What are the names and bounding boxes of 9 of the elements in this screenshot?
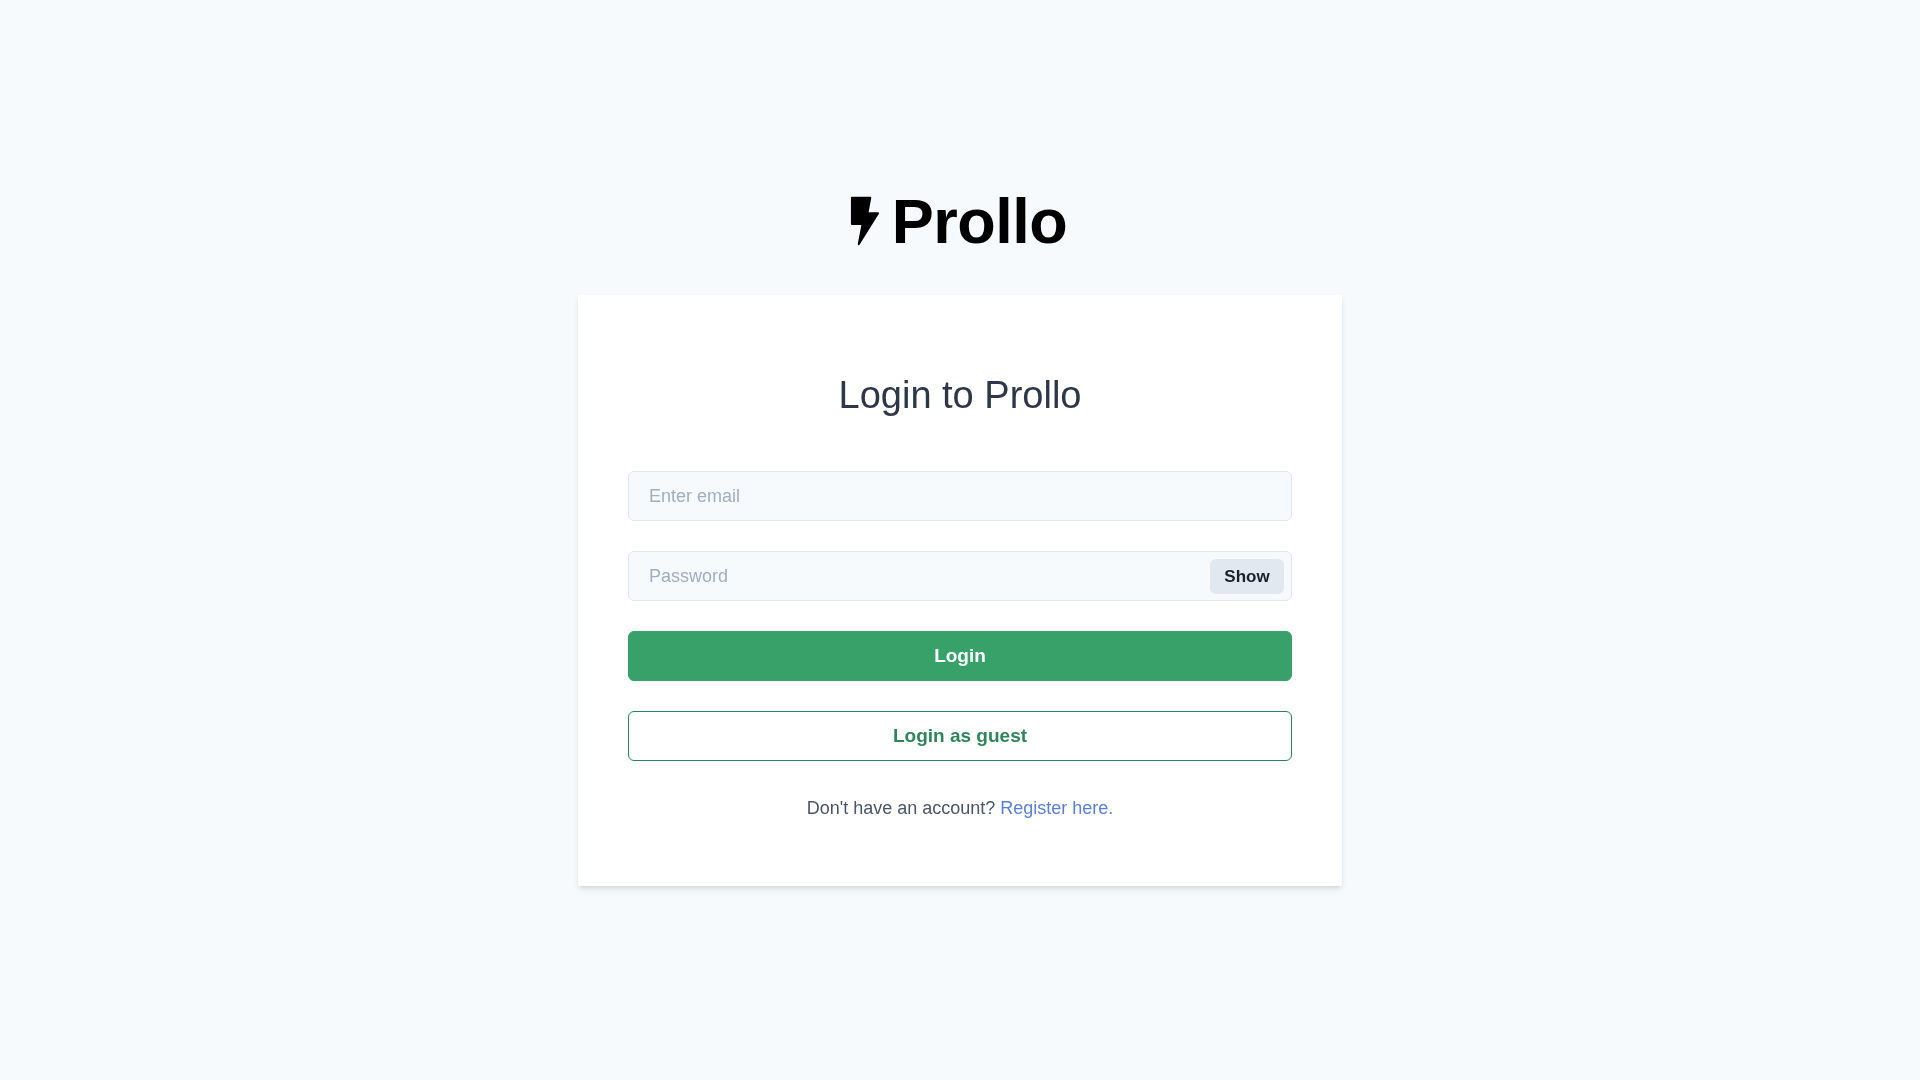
login-button[interactable]: Login [628, 631, 1292, 681]
logo-wordmark: Prollo [891, 190, 1068, 252]
show-password-button[interactable]: Show [1210, 559, 1284, 594]
register-prompt: Don't have an account? Register here. [806, 797, 1114, 820]
register-link[interactable]: Register here. [1000, 798, 1114, 818]
login-title: Login to Prollo [838, 373, 1082, 418]
lightning-bolt-icon [848, 196, 880, 246]
email-field[interactable]: Enter email [628, 471, 1292, 521]
guest-login-button[interactable]: Login as guest [628, 711, 1292, 761]
